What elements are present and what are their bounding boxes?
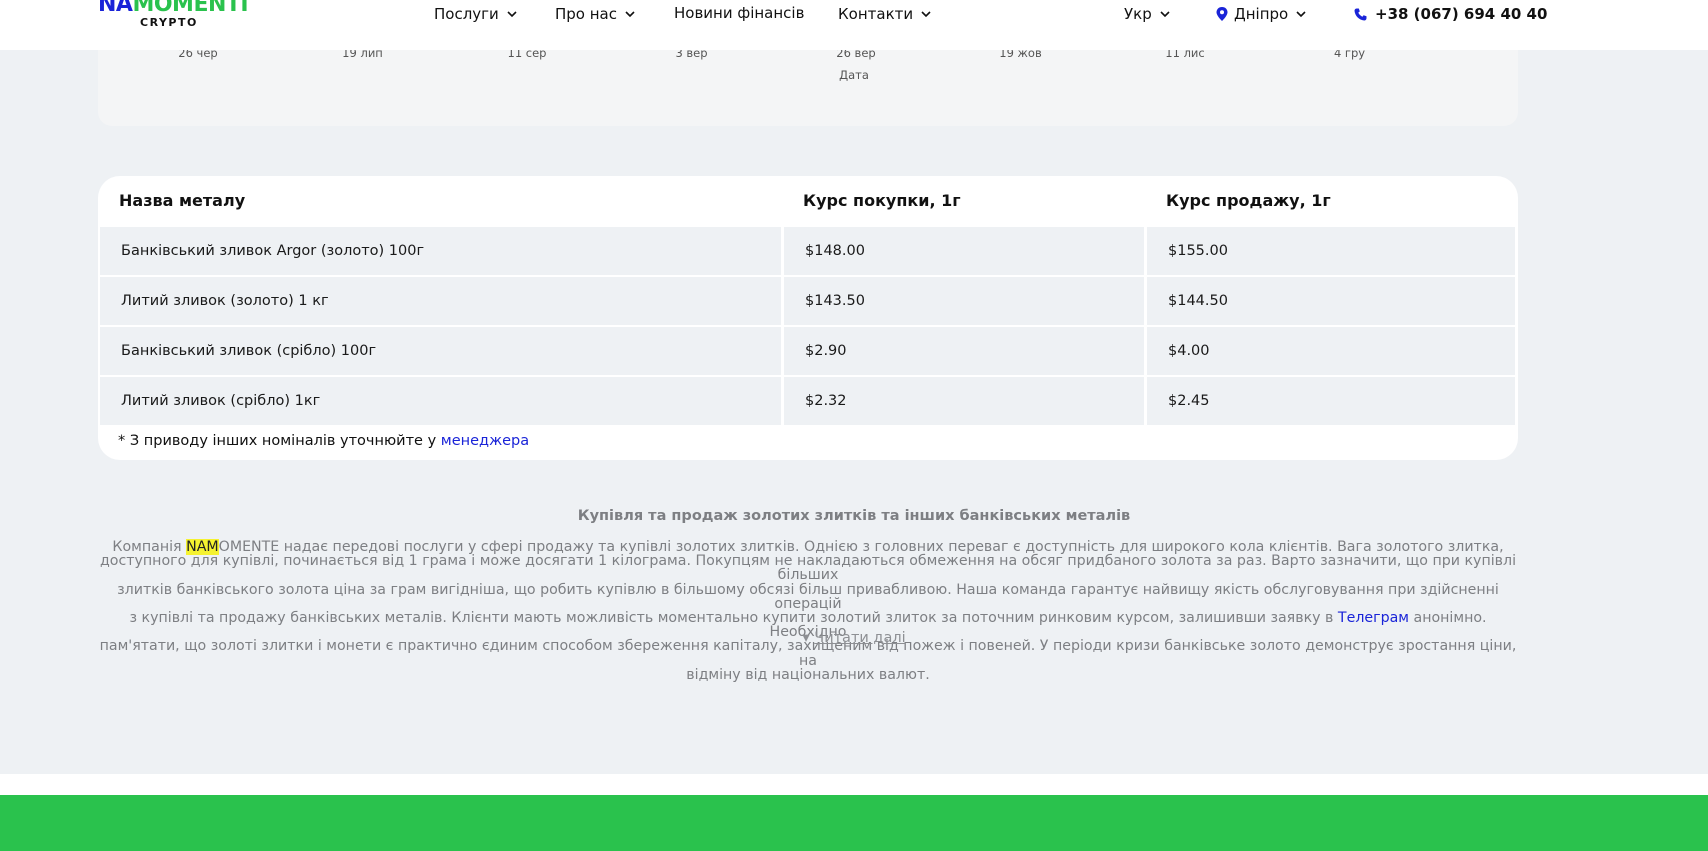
phone-icon bbox=[1354, 8, 1367, 20]
city-label: Дніпро bbox=[1234, 5, 1289, 23]
table-header: Назва металу Курс покупки, 1г Курс прода… bbox=[98, 176, 1518, 226]
seo-line: Компанія NAMOMENTE надає передові послуг… bbox=[112, 539, 1504, 555]
nav-contacts[interactable]: Контакти bbox=[838, 5, 933, 23]
seo-description: Компанія NAMOMENTE надає передові послуг… bbox=[98, 539, 1518, 683]
column-header-buy: Курс покупки, 1г bbox=[803, 191, 961, 210]
nav-news[interactable]: Новини фінансів bbox=[674, 4, 804, 22]
city-selector[interactable]: Дніпро bbox=[1216, 5, 1308, 23]
sell-price-cell: $4.00 bbox=[1147, 327, 1515, 375]
logo[interactable]: NAMOMENTI CRYPTO bbox=[98, 0, 249, 32]
seo-line: злитків банківського золота ціна за грам… bbox=[117, 581, 1499, 612]
logo-subtitle: CRYPTO bbox=[140, 16, 198, 29]
sell-price-cell: $144.50 bbox=[1147, 277, 1515, 325]
nav-services[interactable]: Послуги bbox=[434, 5, 519, 23]
read-more-toggle[interactable]: ▾ Читати далі bbox=[0, 630, 1708, 646]
logo-wordmark: NAMOMENTI bbox=[98, 0, 249, 17]
manager-link[interactable]: менеджера bbox=[441, 433, 529, 449]
table-row: Банківський зливок Argor (золото) 100г $… bbox=[98, 227, 1518, 275]
metal-name-cell: Банківський зливок (срібло) 100г bbox=[100, 327, 781, 375]
chevron-down-icon bbox=[1160, 11, 1170, 18]
footer-banner bbox=[0, 795, 1708, 851]
chart-x-axis-title: Дата bbox=[839, 68, 869, 82]
chevron-down-icon bbox=[1296, 11, 1306, 18]
nav-about-label: Про нас bbox=[555, 5, 617, 23]
column-header-name: Назва металу bbox=[119, 191, 246, 210]
phone-number: +38 (067) 694 40 40 bbox=[1375, 5, 1548, 23]
table-row: Банківський зливок (срібло) 100г $2.90 $… bbox=[98, 327, 1518, 375]
buy-price-cell: $2.90 bbox=[784, 327, 1144, 375]
table-footnote: * З приводу інших номіналів уточнюйте у … bbox=[118, 433, 529, 449]
language-label: Укр bbox=[1124, 5, 1152, 23]
seo-section-title: Купівля та продаж золотих злитків та інш… bbox=[577, 508, 1131, 524]
phone-link[interactable]: +38 (067) 694 40 40 bbox=[1354, 5, 1547, 23]
buy-price-cell: $2.32 bbox=[784, 377, 1144, 425]
metal-name-cell: Банківський зливок Argor (золото) 100г bbox=[100, 227, 781, 275]
footnote-text: * З приводу інших номіналів уточнюйте у bbox=[118, 433, 441, 449]
nav-news-label: Новини фінансів bbox=[674, 4, 805, 22]
table-row: Литий зливок (золото) 1 кг $143.50 $144.… bbox=[98, 277, 1518, 325]
seo-line: відміну від національних валют. bbox=[686, 666, 930, 683]
nav-services-label: Послуги bbox=[434, 5, 499, 23]
caret-down-icon: ▾ bbox=[802, 630, 810, 646]
nav-contacts-label: Контакти bbox=[838, 5, 914, 23]
footer-spacer bbox=[0, 774, 1708, 795]
buy-price-cell: $143.50 bbox=[784, 277, 1144, 325]
read-more-link: Читати далі bbox=[814, 630, 906, 646]
site-header: NAMOMENTI CRYPTO Послуги Про нас Новини … bbox=[0, 0, 1708, 50]
column-header-sell: Курс продажу, 1г bbox=[1166, 191, 1331, 210]
metals-price-table: Назва металу Курс покупки, 1г Курс прода… bbox=[98, 176, 1518, 460]
sell-price-cell: $2.45 bbox=[1147, 377, 1515, 425]
sell-price-cell: $155.00 bbox=[1147, 227, 1515, 275]
nav-about[interactable]: Про нас bbox=[555, 5, 637, 23]
telegram-link[interactable]: Телеграм bbox=[1338, 610, 1409, 626]
location-pin-icon bbox=[1216, 7, 1228, 21]
chevron-down-icon bbox=[921, 11, 931, 18]
metal-name-cell: Литий зливок (золото) 1 кг bbox=[100, 277, 781, 325]
buy-price-cell: $148.00 bbox=[784, 227, 1144, 275]
language-selector[interactable]: Укр bbox=[1124, 5, 1172, 23]
seo-line: доступного для купівлі, починається від … bbox=[99, 553, 1517, 584]
chevron-down-icon bbox=[507, 11, 517, 18]
metal-name-cell: Литий зливок (срібло) 1кг bbox=[100, 377, 781, 425]
table-row: Литий зливок (срібло) 1кг $2.32 $2.45 bbox=[98, 377, 1518, 425]
chevron-down-icon bbox=[625, 11, 635, 18]
